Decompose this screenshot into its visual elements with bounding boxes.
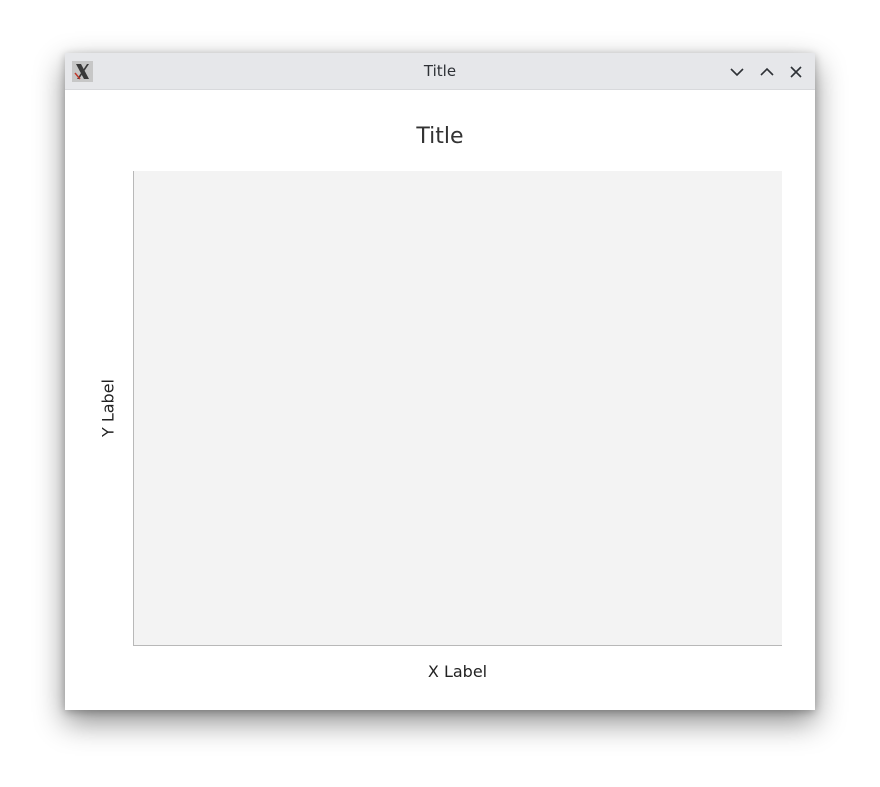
maximize-button[interactable] — [756, 61, 778, 83]
close-button[interactable] — [785, 61, 807, 83]
x-axis-label: X Label — [427, 662, 488, 681]
chevron-down-icon — [730, 68, 744, 77]
application-window: Title Title X Label Y Label — [65, 53, 815, 710]
y-axis-label: Y Label — [98, 378, 118, 438]
chart-title: Title — [416, 124, 464, 149]
chart-container: Title X Label Y Label — [65, 90, 815, 710]
plot-area[interactable] — [133, 171, 782, 646]
chevron-up-icon — [760, 67, 774, 76]
window-title: Title — [423, 62, 457, 80]
close-icon — [790, 66, 802, 78]
x11-app-icon[interactable] — [72, 61, 93, 82]
minimize-button[interactable] — [726, 61, 748, 83]
title-bar[interactable]: Title — [65, 53, 815, 90]
